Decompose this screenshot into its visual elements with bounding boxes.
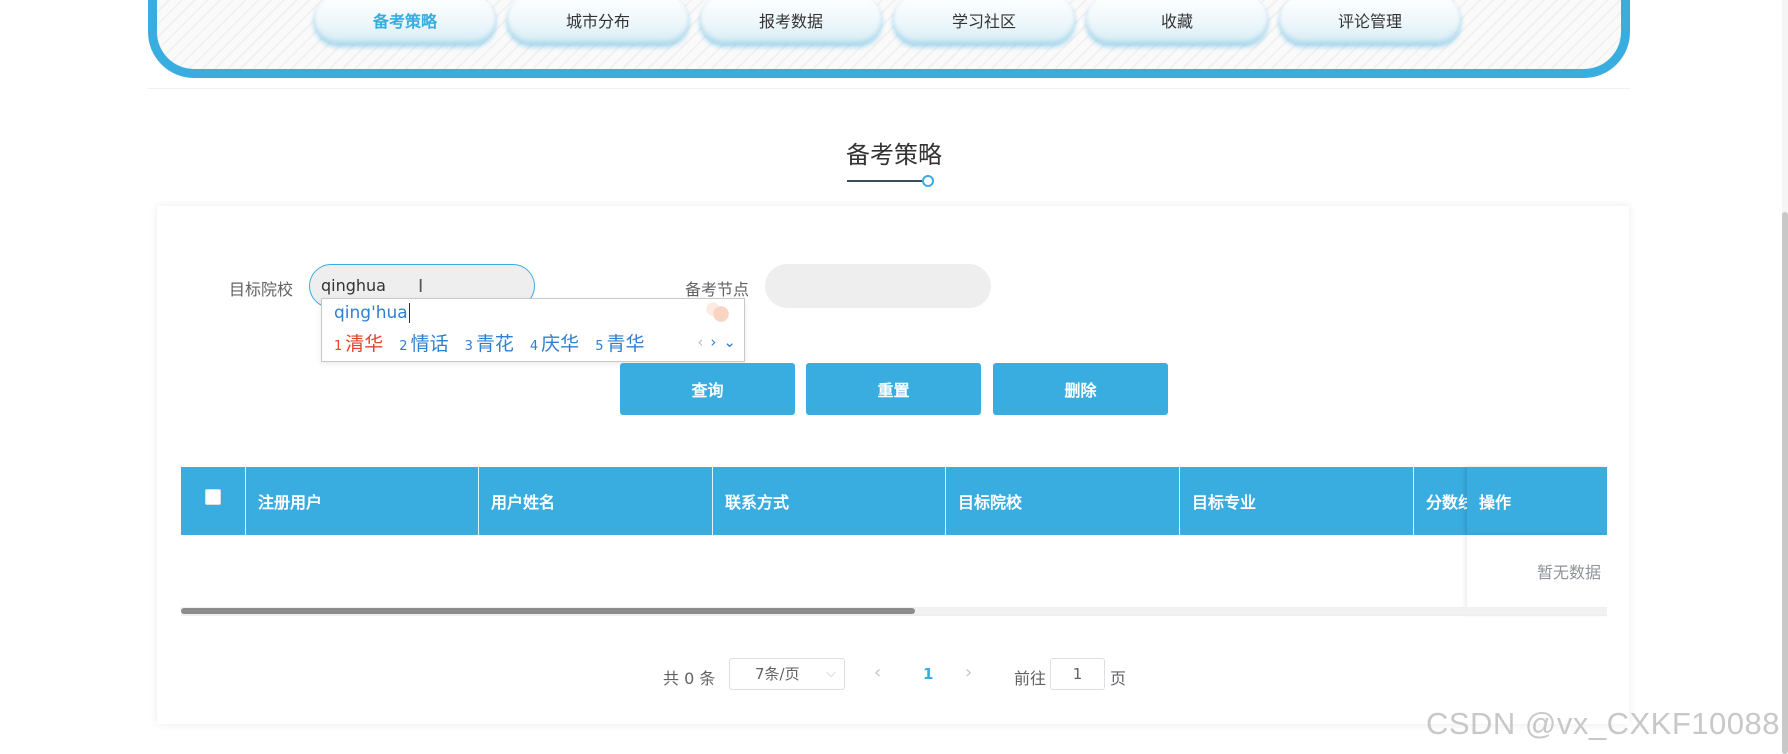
title-underline [847,180,927,182]
pagination: 共 0 条 7条/页 ⌵ ‹ 1 › 前往 1 页 [157,658,1629,692]
ime-composition: qing'hua [334,303,410,323]
page-vertical-scrollbar[interactable] [1782,0,1788,754]
ime-candidate-popup: qing'hua 1 清华 2 情话 3 青花 4 庆华 5 青华 ‹ › ⌄ [321,298,745,362]
nav-divider [148,88,1630,89]
select-all-cell [181,467,246,535]
nav-tab-comments[interactable]: 评论管理 [1279,0,1461,44]
ime-next-icon[interactable]: › [710,333,716,351]
total-count: 共 0 条 [663,669,716,688]
chevron-down-icon: ⌵ [826,666,836,681]
nav-tab-data[interactable]: 报考数据 [700,0,882,44]
delete-button[interactable]: 删除 [993,363,1168,415]
nav-tab-favorites[interactable]: 收藏 [1086,0,1268,44]
page-scrollbar-thumb[interactable] [1782,212,1788,754]
empty-data-text: 暂无数据 [1536,563,1601,582]
prev-page-icon[interactable]: ‹ [874,662,881,683]
column-header[interactable]: 联系方式 [713,467,946,535]
operation-column-header: 操作 [1467,467,1607,535]
reset-button[interactable]: 重置 [806,363,981,415]
nav-tab-community[interactable]: 学习社区 [893,0,1075,44]
next-page-icon[interactable]: › [965,662,972,683]
scrollbar-thumb[interactable] [181,608,915,614]
ime-skin-decoration [697,302,737,326]
select-all-checkbox[interactable] [205,489,221,505]
page-size-select[interactable]: 7条/页 ⌵ [729,658,845,690]
current-page-number[interactable]: 1 [923,665,933,683]
ime-candidate-list: 1 清华 2 情话 3 青花 4 庆华 5 青华 [334,329,644,356]
ime-candidate[interactable]: 5 青华 [595,329,644,356]
nav-tab-city[interactable]: 城市分布 [507,0,689,44]
goto-label: 前往 [1014,669,1047,688]
ime-expand-icon[interactable]: ⌄ [723,333,736,351]
node-label: 备考节点 [685,280,750,299]
main-card: 目标院校 qinghua I 备考节点 qing'hua 1 清华 2 情话 3 青花… [157,206,1629,724]
column-header[interactable]: 用户姓名 [479,467,713,535]
ime-candidate[interactable]: 2 情话 [399,329,448,356]
column-header[interactable]: 目标院校 [946,467,1180,535]
page-suffix: 页 [1110,669,1127,688]
column-header[interactable]: 目标专业 [1180,467,1414,535]
operation-column-body: 暂无数据 [1467,535,1607,615]
title-dot-decoration [922,175,934,187]
school-label: 目标院校 [229,280,294,299]
ime-prev-icon[interactable]: ‹ [697,333,703,351]
table-header: 注册用户 用户姓名 联系方式 目标院校 目标专业 分数线 [181,467,1607,535]
ime-nav: ‹ › ⌄ [697,333,736,351]
query-button[interactable]: 查询 [620,363,795,415]
page-title: 备考策略 [846,141,942,169]
ime-candidate[interactable]: 3 青花 [465,329,514,356]
ime-candidate[interactable]: 1 清华 [334,329,383,356]
nav-tabs: 备考策略 城市分布 报考数据 学习社区 收藏 评论管理 [314,0,1461,44]
ime-candidate[interactable]: 4 庆华 [530,329,579,356]
text-cursor-icon: I [418,276,424,297]
column-header[interactable]: 注册用户 [246,467,479,535]
node-input[interactable] [765,264,991,308]
table-bottom-border [181,615,1607,616]
goto-page-input[interactable]: 1 [1050,658,1105,690]
watermark: CSDN @vx_CXKF10088 [1425,706,1780,741]
table-horizontal-scrollbar[interactable] [181,607,1607,615]
nav-tab-strategy[interactable]: 备考策略 [314,0,496,44]
